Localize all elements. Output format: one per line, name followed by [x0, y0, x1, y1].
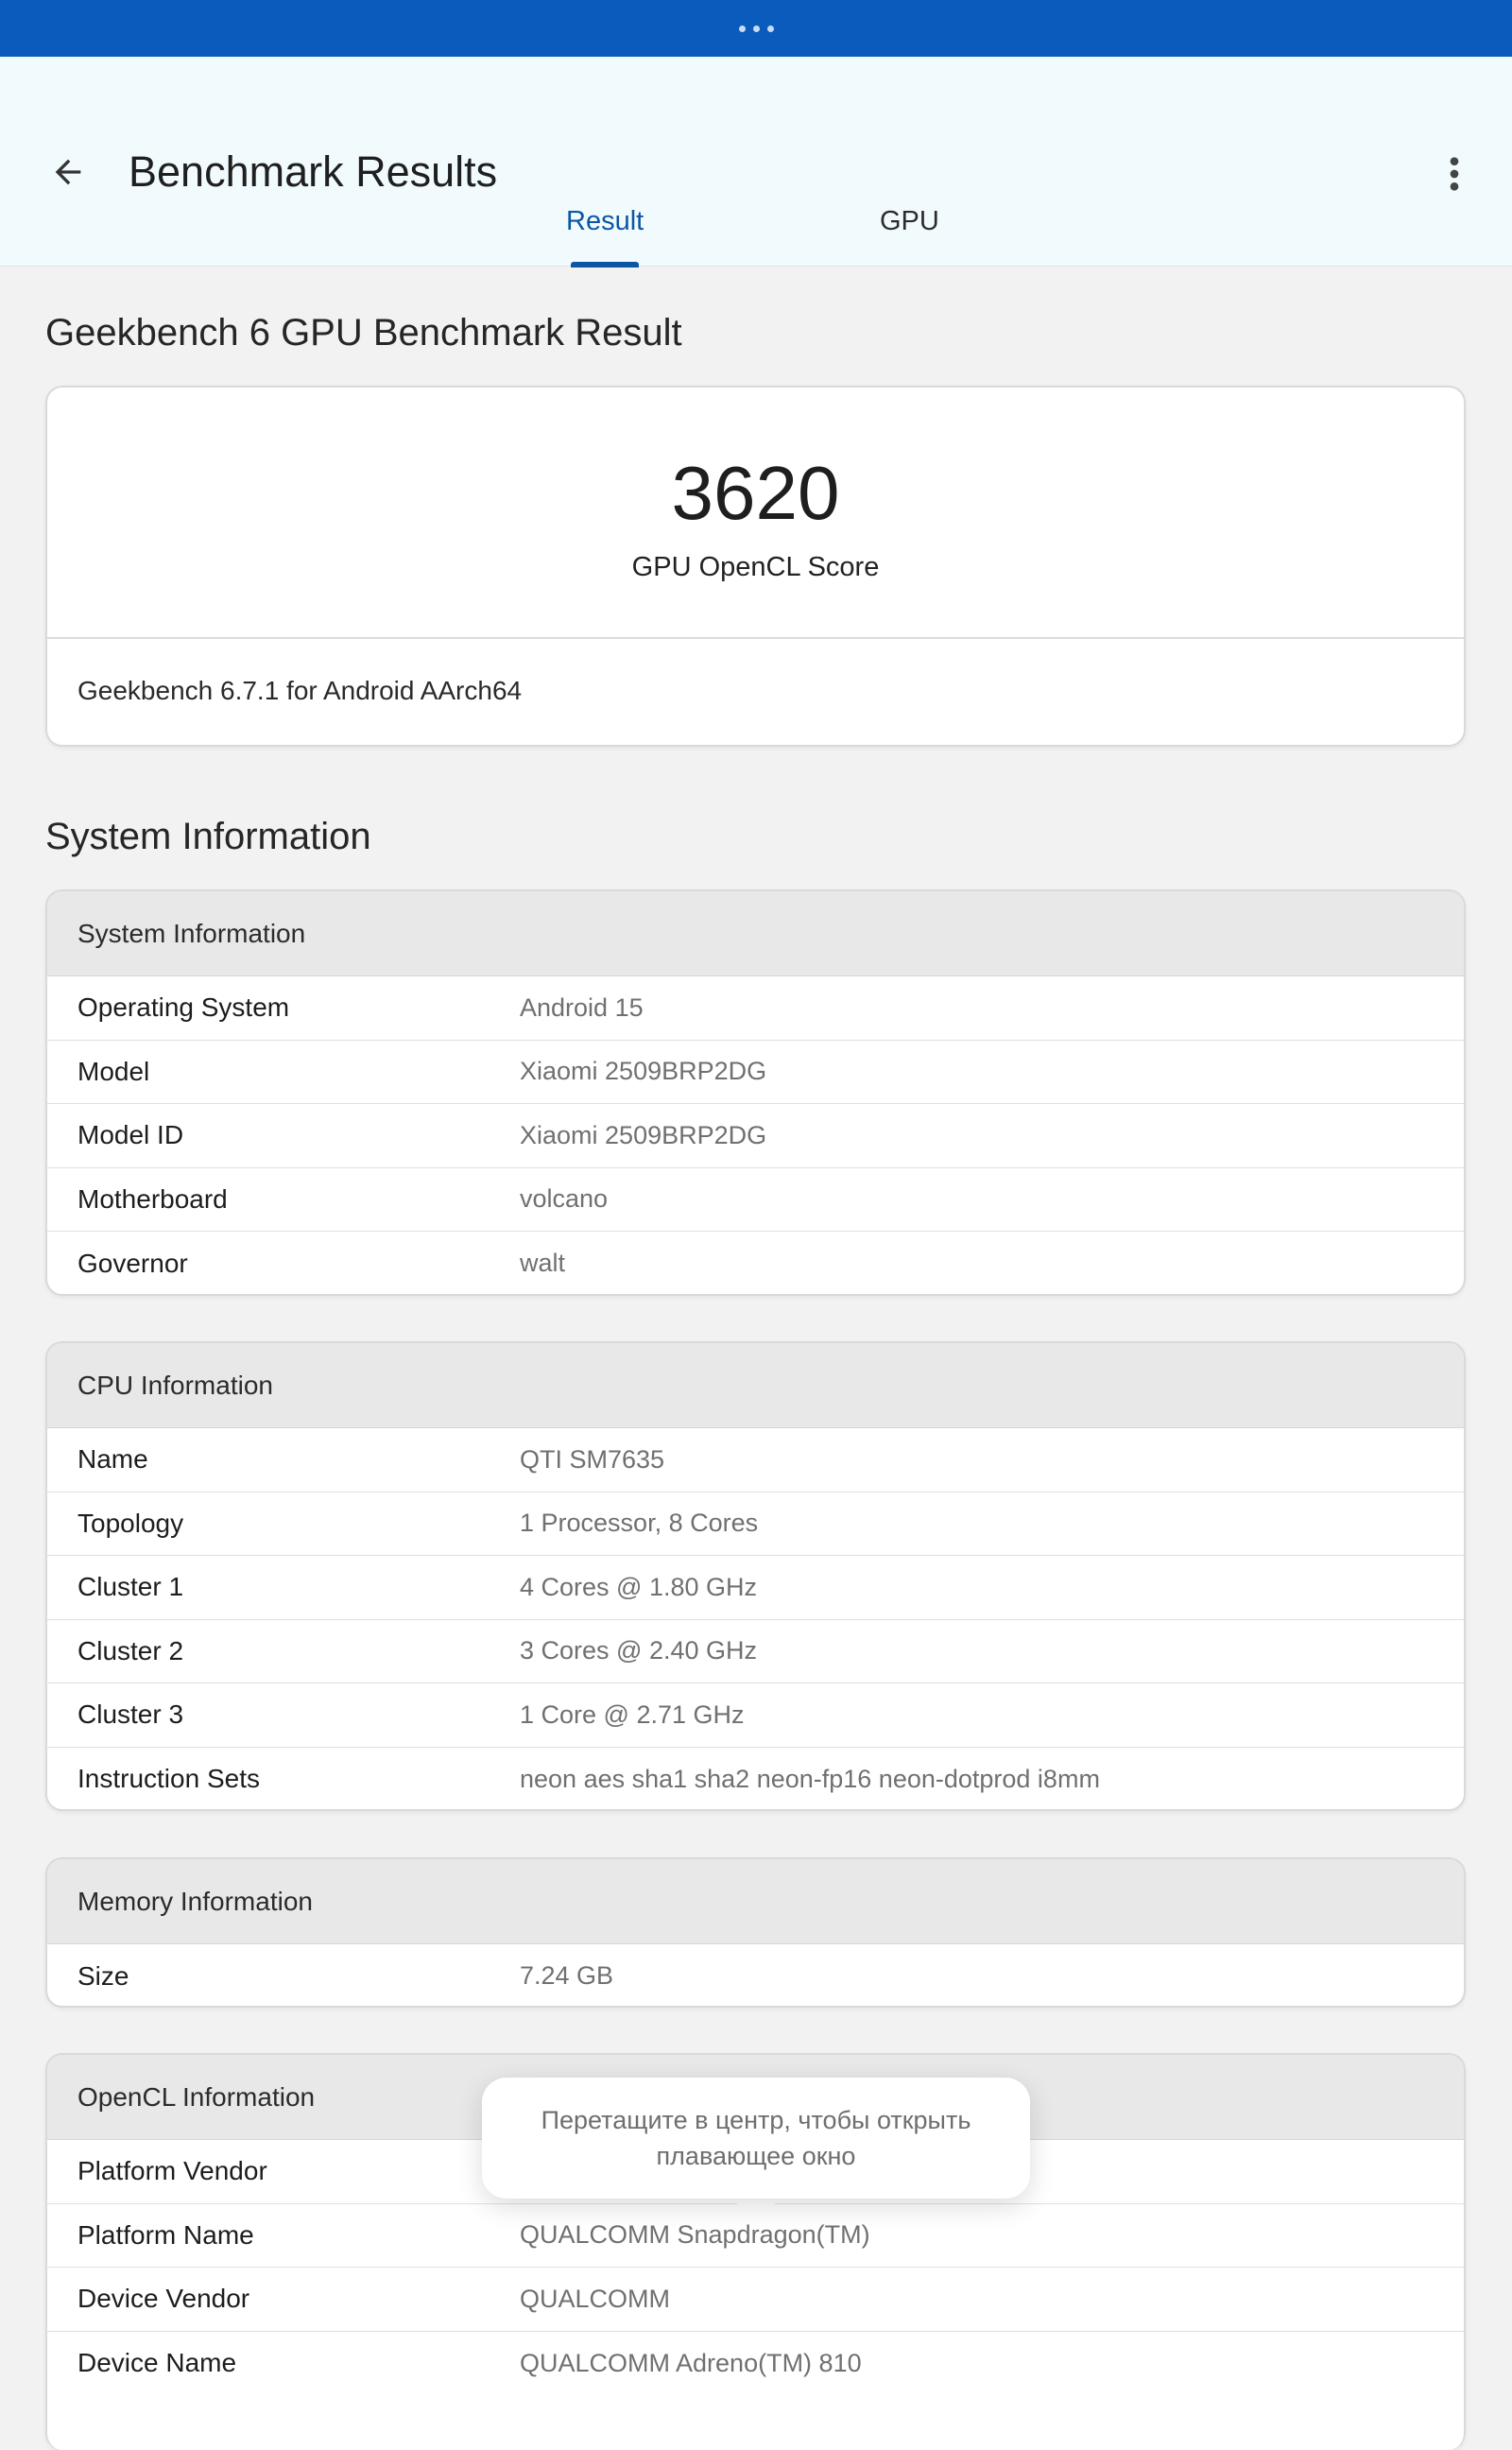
row-label: Platform Vendor [77, 2156, 267, 2186]
row-label: Operating System [77, 992, 290, 1023]
row-value: QUALCOMM Snapdragon(TM) [520, 2220, 870, 2250]
row-label: Model [77, 1056, 150, 1086]
gpu-score-value: 3620 [671, 451, 840, 535]
system-section-heading: System Information [45, 816, 371, 857]
system-info-card: System Information Operating System Andro… [45, 889, 1466, 1296]
cpu-info-card: CPU Information Name QTI SM7635 Topology 1… [45, 1341, 1466, 1811]
tab-gpu[interactable]: GPU [880, 206, 939, 237]
table-row: Governor walt [47, 1232, 1464, 1294]
row-value: QUALCOMM [520, 2284, 671, 2313]
gpu-score-label: GPU OpenCL Score [631, 552, 880, 582]
row-label: Cluster 2 [77, 1635, 184, 1665]
row-label: Device Vendor [77, 2284, 250, 2314]
row-value: walt [520, 1249, 566, 1278]
table-row: Topology 1 Processor, 8 Cores [47, 1492, 1464, 1556]
table-row: Motherboard volcano [47, 1168, 1464, 1232]
table-row: Cluster 3 1 Core @ 2.71 GHz [47, 1683, 1464, 1748]
row-label: Cluster 1 [77, 1572, 184, 1602]
table-row: Model ID Xiaomi 2509BRP2DG [47, 1104, 1464, 1168]
row-label: Device Name [77, 2348, 237, 2378]
row-label: Instruction Sets [77, 1764, 260, 1794]
row-label: Size [77, 1960, 129, 1991]
card-header: Memory Information [47, 1859, 1464, 1944]
table-row: Operating System Android 15 [47, 976, 1464, 1041]
tab-result[interactable]: Result [566, 206, 644, 237]
row-label: Platform Name [77, 2219, 254, 2250]
result-heading: Geekbench 6 GPU Benchmark Result [45, 312, 682, 354]
row-label: Motherboard [77, 1183, 228, 1214]
table-row: Device Name QUALCOMM Adreno(TM) 810 [47, 2332, 1464, 2396]
row-label: Topology [77, 1508, 184, 1538]
floating-window-hint-toast: Перетащите в центр, чтобы открыть плаваю… [482, 2078, 1030, 2199]
row-label: Governor [77, 1248, 188, 1278]
table-row: Instruction Sets neon aes sha1 sha2 neon-… [47, 1748, 1464, 1810]
more-options-button[interactable] [1431, 149, 1478, 198]
version-row: Geekbench 6.7.1 for Android AArch64 [77, 676, 523, 705]
page-title: Benchmark Results [129, 147, 498, 196]
row-label: Name [77, 1444, 148, 1475]
score-card: 3620 GPU OpenCL Score Geekbench 6.7.1 fo… [45, 386, 1466, 747]
table-row: Device Vendor QUALCOMM [47, 2268, 1464, 2332]
row-value: volcano [520, 1184, 609, 1214]
row-value: QTI SM7635 [520, 1444, 665, 1474]
table-row: Model Xiaomi 2509BRP2DG [47, 1041, 1464, 1104]
row-value: neon aes sha1 sha2 neon-fp16 neon-dotpro… [520, 1764, 1100, 1793]
active-tab-indicator [571, 262, 639, 267]
arrow-back-icon [55, 159, 81, 185]
table-row: Cluster 1 4 Cores @ 1.80 GHz [47, 1556, 1464, 1620]
table-row: Size 7.24 GB [47, 1944, 1464, 2006]
card-header: CPU Information [47, 1343, 1464, 1428]
drag-handle-dots-icon [738, 25, 774, 32]
back-button[interactable] [42, 146, 94, 198]
row-value: Xiaomi 2509BRP2DG [520, 1120, 767, 1149]
table-row: Cluster 2 3 Cores @ 2.40 GHz [47, 1620, 1464, 1683]
table-row: Name QTI SM7635 [47, 1428, 1464, 1492]
row-value: 4 Cores @ 1.80 GHz [520, 1572, 758, 1601]
row-value: 1 Processor, 8 Cores [520, 1509, 759, 1538]
row-label: Model ID [77, 1120, 184, 1150]
row-value: Xiaomi 2509BRP2DG [520, 1057, 767, 1086]
window-drag-handle[interactable] [0, 0, 1512, 57]
row-value: 7.24 GB [520, 1961, 614, 1991]
row-value: 3 Cores @ 2.40 GHz [520, 1636, 758, 1665]
card-header: System Information [47, 891, 1464, 976]
row-value: 1 Core @ 2.71 GHz [520, 1699, 745, 1729]
memory-info-card: Memory Information Size 7.24 GB [45, 1857, 1466, 2008]
row-value: Android 15 [520, 992, 644, 1022]
score-panel: 3620 GPU OpenCL Score [47, 388, 1464, 639]
more-vert-icon [1450, 157, 1459, 191]
row-value: QUALCOMM Adreno(TM) 810 [520, 2348, 862, 2377]
app-bar: Benchmark Results [0, 57, 1512, 267]
row-label: Cluster 3 [77, 1699, 184, 1730]
